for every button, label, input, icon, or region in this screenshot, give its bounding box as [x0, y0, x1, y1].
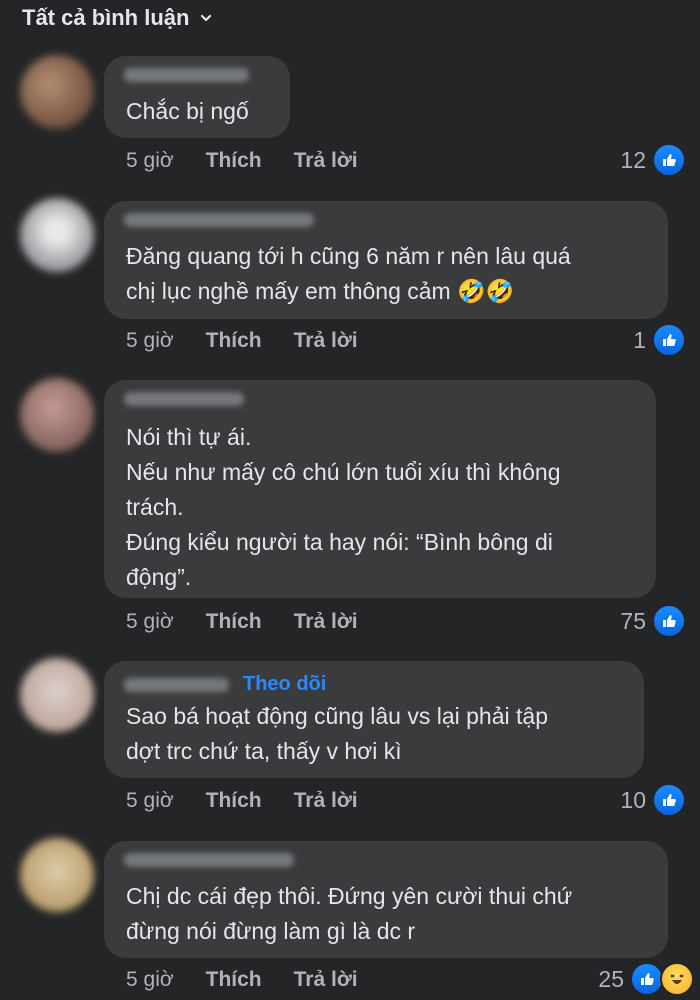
comment-bubble: Chị dc cái đẹp thôi. Đứng yên cười thui …: [104, 841, 668, 958]
author-name[interactable]: [124, 392, 244, 406]
reply-button[interactable]: Trả lời: [294, 968, 358, 992]
author-name[interactable]: [124, 68, 249, 82]
reaction-count: 12: [620, 146, 646, 173]
comment-text: Sao bá hoạt động cũng lâu vs lại phải tậ…: [126, 703, 548, 764]
like-button[interactable]: Thích: [206, 968, 262, 992]
reply-button[interactable]: Trả lời: [294, 610, 358, 634]
comment-text: Nói thì tự ái. Nếu như mấy cô chú lớn tu…: [126, 424, 561, 590]
reaction-count: 1: [633, 326, 646, 353]
comment-bubble: Chắc bị ngố: [104, 56, 290, 138]
reaction-summary[interactable]: 25: [598, 962, 694, 996]
comment-text: Chị dc cái đẹp thôi. Đứng yên cười thui …: [126, 883, 573, 944]
avatar[interactable]: [20, 378, 94, 452]
author-name[interactable]: [124, 853, 294, 867]
comment-time[interactable]: 5 giờ: [126, 610, 174, 634]
like-icon: [652, 783, 686, 817]
avatar[interactable]: [20, 658, 94, 732]
like-icon: [652, 604, 686, 638]
reply-button[interactable]: Trả lời: [294, 329, 358, 353]
haha-icon: [660, 962, 694, 996]
reaction-count: 25: [598, 965, 624, 992]
author-name[interactable]: [124, 213, 314, 227]
avatar[interactable]: [20, 838, 94, 912]
reaction-summary[interactable]: 12: [620, 143, 686, 177]
comment-time[interactable]: 5 giờ: [126, 149, 174, 173]
reaction-count: 75: [620, 607, 646, 634]
reaction-count: 10: [620, 786, 646, 813]
avatar[interactable]: [20, 55, 94, 129]
reaction-summary[interactable]: 10: [620, 783, 686, 817]
like-icon: [652, 143, 686, 177]
comment-text: Chắc bị ngố: [126, 98, 249, 124]
comments-filter[interactable]: Tất cả bình luận: [22, 4, 213, 32]
like-icon: [652, 323, 686, 357]
comment-bubble: Nói thì tự ái. Nếu như mấy cô chú lớn tu…: [104, 380, 656, 598]
like-button[interactable]: Thích: [206, 789, 262, 813]
reaction-summary[interactable]: 1: [633, 323, 686, 357]
reaction-summary[interactable]: 75: [620, 604, 686, 638]
like-button[interactable]: Thích: [206, 149, 262, 173]
author-name[interactable]: [124, 677, 229, 692]
filter-label: Tất cả bình luận: [22, 5, 190, 30]
comment-bubble: Theo dõi Sao bá hoạt động cũng lâu vs lạ…: [104, 661, 644, 778]
avatar[interactable]: [20, 198, 94, 272]
comment-time[interactable]: 5 giờ: [126, 329, 174, 353]
comment-time[interactable]: 5 giờ: [126, 789, 174, 813]
chevron-down-icon: [201, 14, 212, 22]
like-icon: [630, 962, 664, 996]
comment-bubble: Đăng quang tới h cũng 6 năm r nên lâu qu…: [104, 201, 668, 319]
like-button[interactable]: Thích: [206, 329, 262, 353]
reply-button[interactable]: Trả lời: [294, 789, 358, 813]
comment-text: Đăng quang tới h cũng 6 năm r nên lâu qu…: [126, 243, 571, 304]
comment-time[interactable]: 5 giờ: [126, 968, 174, 992]
like-button[interactable]: Thích: [206, 610, 262, 634]
reply-button[interactable]: Trả lời: [294, 149, 358, 173]
follow-button[interactable]: Theo dõi: [243, 673, 326, 696]
